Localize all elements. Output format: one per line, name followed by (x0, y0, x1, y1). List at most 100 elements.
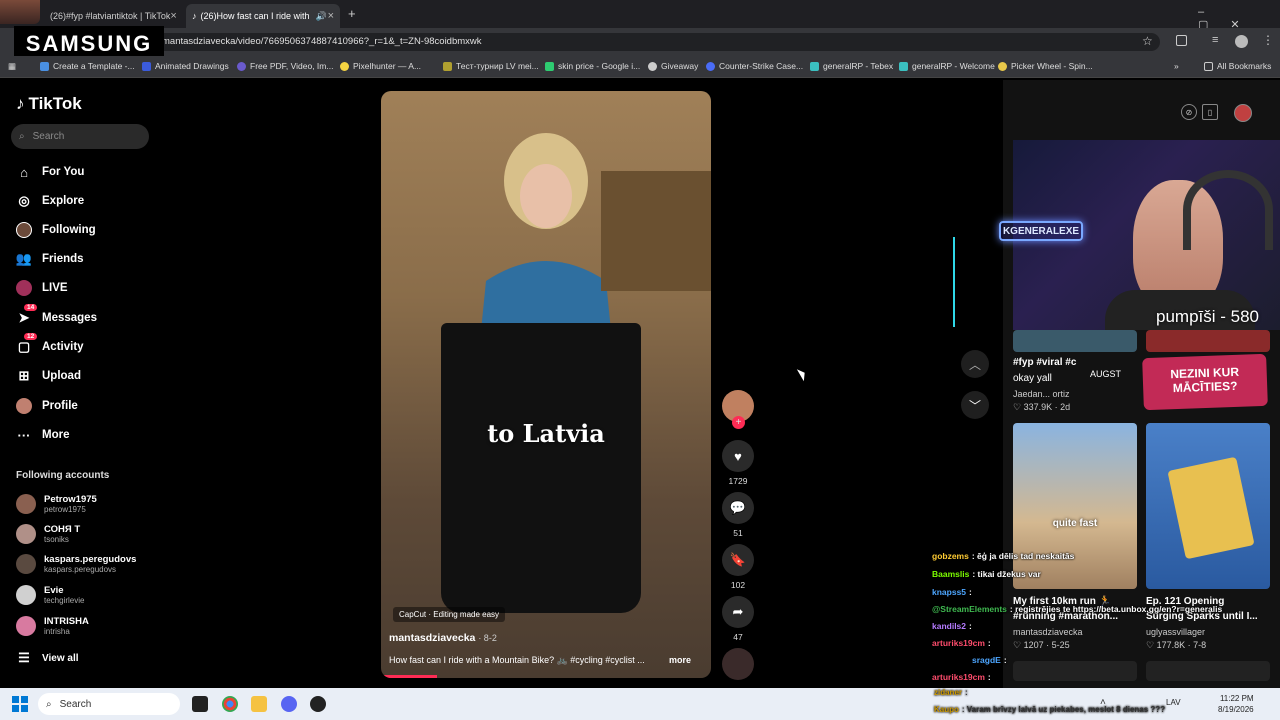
system-clock[interactable]: 11:22 PM 8/19/2026 (1218, 693, 1254, 715)
profile-avatar-icon[interactable] (1235, 35, 1248, 48)
compass-icon[interactable]: ⊘ (1181, 104, 1197, 120)
following-account[interactable]: INTRISHA intrisha (16, 616, 89, 636)
tiktok-sidebar: ♪ TikTok ⌕ Search ⌂ For You ◎ Explore Follow… (0, 80, 160, 688)
share-button[interactable]: ➦ 47 (722, 596, 754, 642)
bookmark-item[interactable]: skin price - Google i... (545, 61, 640, 71)
bookmark-item[interactable]: Counter-Strike Case... (706, 61, 803, 71)
capcut-tag[interactable]: CapCut · Editing made easy (393, 607, 506, 622)
tiktok-logo[interactable]: ♪ TikTok (16, 94, 82, 114)
bookmark-item[interactable]: Animated Drawings (142, 61, 229, 71)
close-icon[interactable]: × (328, 10, 334, 22)
next-video-button[interactable]: ﹀ (961, 391, 989, 419)
discord-icon[interactable] (281, 696, 297, 712)
nav-following[interactable]: Following (16, 222, 96, 238)
home-icon: ⌂ (20, 164, 28, 180)
following-account[interactable]: Evie techgirlevie (16, 585, 84, 605)
card-title[interactable]: #fyp #viral #c (1013, 357, 1076, 368)
device-icon[interactable]: ▯ (1202, 104, 1218, 120)
like-button[interactable]: ♥ 1729 (722, 440, 754, 486)
bookmarks-overflow-icon[interactable]: » (1174, 61, 1179, 71)
friends-icon: 👥 (15, 251, 33, 266)
upload-icon: ⊞ (18, 368, 30, 383)
language-indicator[interactable]: LAV (1166, 698, 1181, 707)
follow-plus-icon[interactable]: + (732, 416, 745, 429)
bookmark-favicon-icon (443, 61, 452, 71)
following-account[interactable]: СОНЯ Тtsoniks (16, 524, 80, 544)
address-bar[interactable]: mantasdziavecka/video/766950637488741096… (150, 33, 1160, 51)
bookmark-item[interactable]: Picker Wheel - Spin... (998, 61, 1093, 71)
card-subtitle: okay yall (1013, 373, 1052, 384)
profile-avatar-icon (16, 398, 32, 414)
search-icon: ⌕ (46, 698, 52, 710)
nav-upload[interactable]: ⊞ Upload (16, 368, 81, 384)
speaker-icon[interactable]: 🔊 (316, 11, 327, 22)
taskbar-search-input[interactable]: ⌕ Search (38, 693, 180, 715)
new-tab-button[interactable]: + (348, 6, 356, 21)
bookmark-item[interactable]: generalRP - Welcome (899, 61, 995, 71)
app-icon[interactable] (310, 696, 326, 712)
video-card-thumbnail[interactable] (1146, 330, 1270, 352)
video-card-thumbnail[interactable] (1146, 423, 1270, 589)
bookmark-item[interactable]: Тест-турнир LV mei... (443, 61, 539, 71)
close-icon[interactable]: × (170, 10, 176, 22)
tray-chevron-icon[interactable]: ˄ (1100, 697, 1106, 708)
video-player[interactable]: to Latvia CapCut · Editing made easy man… (381, 91, 711, 678)
music-disc-button[interactable] (722, 648, 754, 684)
media-control-icon[interactable]: ≡ (1212, 34, 1218, 46)
view-all-link[interactable]: ☰ View all (16, 650, 78, 666)
card-author[interactable]: uglyassvillager (1146, 627, 1205, 637)
save-button[interactable]: 🔖 102 (722, 544, 754, 590)
chat-message: gobzems: ēģ ja dēlis tad neskaitās (932, 551, 1075, 561)
task-view-icon[interactable] (192, 696, 208, 712)
music-disc-icon (722, 648, 754, 680)
video-author[interactable]: mantasdziavecka · 8-2 (389, 632, 497, 644)
menu-kebab-icon[interactable]: ⋮ (1262, 33, 1274, 47)
bookmark-item[interactable]: generalRP - Tebex (810, 61, 893, 71)
comment-button[interactable]: 💬 51 (722, 492, 754, 538)
video-card-thumbnail[interactable]: quite fast (1013, 423, 1137, 589)
video-progress-bar[interactable] (381, 675, 438, 678)
file-explorer-icon[interactable] (251, 696, 267, 712)
nav-explore[interactable]: ◎ Explore (16, 193, 84, 209)
nav-for-you[interactable]: ⌂ For You (16, 164, 84, 180)
avatar (16, 524, 36, 544)
card-author[interactable]: Jaedan... ortiz (1013, 389, 1070, 399)
video-card-thumbnail[interactable] (1013, 661, 1137, 681)
search-input[interactable]: ⌕ Search (11, 124, 149, 149)
bookmark-item[interactable]: Pixelhunter — A... (340, 61, 421, 71)
activity-icon: ▢ 12 (16, 333, 38, 355)
bookmark-item[interactable]: Create a Template -... (40, 61, 135, 71)
profile-avatar-icon[interactable] (1234, 104, 1252, 122)
bookmark-favicon-icon (545, 61, 554, 71)
tab-fyp[interactable]: (26)#fyp #latviantiktok | TikTok × (44, 4, 182, 28)
nav-more[interactable]: ··· More (16, 427, 70, 443)
messages-icon: ➤ 14 (16, 304, 38, 326)
following-account[interactable]: kaspars.peregudovs kaspars.peregudovs (16, 554, 136, 574)
chrome-icon[interactable] (222, 696, 238, 712)
bookmark-favicon-icon (340, 61, 349, 71)
bookmark-item[interactable]: Giveaway (648, 61, 698, 71)
nav-profile[interactable]: Profile (16, 398, 78, 414)
bookmark-favicon-icon (998, 61, 1007, 71)
creator-avatar-button[interactable]: + (722, 390, 754, 429)
nav-friends[interactable]: 👥 Friends (16, 251, 84, 267)
bookmark-star-icon[interactable]: ☆ (1142, 34, 1153, 48)
nav-live[interactable]: LIVE (16, 280, 68, 296)
nav-messages[interactable]: ➤ 14 Messages (16, 304, 97, 326)
search-icon: ⌕ (19, 131, 25, 142)
windows-start-icon[interactable] (12, 696, 28, 712)
bookmark-item[interactable]: Free PDF, Video, Im... (237, 61, 333, 71)
nav-activity[interactable]: ▢ 12 Activity (16, 333, 84, 355)
avatar (16, 494, 36, 514)
video-card-thumbnail[interactable] (1013, 330, 1137, 352)
extensions-icon[interactable] (1176, 35, 1187, 46)
video-card-thumbnail[interactable] (1146, 661, 1270, 681)
apps-grid-icon[interactable]: ▦ (8, 61, 16, 72)
more-button[interactable]: more (669, 655, 691, 665)
card-author[interactable]: mantasdziavecka (1013, 627, 1083, 637)
tab-video[interactable]: ♪ (26)How fast can I ride with 🔊 × (186, 4, 340, 28)
card-stats: ♡ 1207 · 5-25 (1013, 640, 1070, 650)
following-account[interactable]: Petrow1975 petrow1975 (16, 494, 97, 514)
previous-video-button[interactable]: ︿ (961, 350, 989, 378)
all-bookmarks-button[interactable]: All Bookmarks (1204, 61, 1271, 71)
